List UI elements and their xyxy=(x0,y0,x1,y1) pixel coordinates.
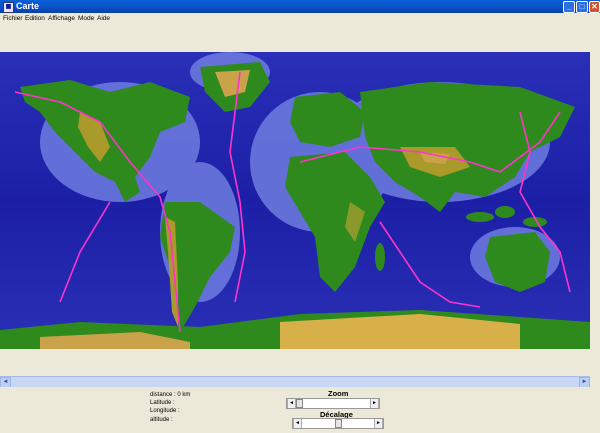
horizontal-scrollbar[interactable]: ◄ ► xyxy=(0,376,590,388)
altitude-readout: altitude : xyxy=(150,417,173,423)
menu-affichage[interactable]: Affichage xyxy=(48,15,75,22)
title-bar[interactable]: ▦ Carte _ □ ✕ xyxy=(0,0,600,13)
toolbar-area xyxy=(0,24,600,52)
window-title: Carte xyxy=(16,1,40,11)
offset-decrease-button[interactable]: ◄ xyxy=(293,419,302,428)
latitude-readout: Latitude : xyxy=(150,400,175,406)
maximize-button[interactable]: □ xyxy=(576,1,588,13)
menu-edition[interactable]: Edition xyxy=(25,15,45,22)
zoom-increase-button[interactable]: ► xyxy=(370,399,379,408)
menu-aide[interactable]: Aide xyxy=(97,15,110,22)
vertical-scrollbar[interactable] xyxy=(590,52,600,375)
zoom-label: Zoom xyxy=(328,389,349,398)
europe xyxy=(290,92,365,147)
offset-slider[interactable]: ◄ ► xyxy=(292,418,384,429)
menu-bar: Fichier Edition Affichage Mode Aide xyxy=(0,13,600,24)
close-button[interactable]: ✕ xyxy=(589,1,600,13)
minimize-button[interactable]: _ xyxy=(563,1,575,13)
zoom-decrease-button[interactable]: ◄ xyxy=(287,399,296,408)
distance-readout: distance : 0 km xyxy=(150,392,191,398)
world-map[interactable] xyxy=(0,52,590,349)
zoom-slider[interactable]: ◄ ► xyxy=(286,398,380,409)
offset-increase-button[interactable]: ► xyxy=(374,419,383,428)
control-panel: distance : 0 km Latitude : Longitude : a… xyxy=(0,387,600,433)
map-bottom-margin xyxy=(0,349,590,375)
menu-mode[interactable]: Mode xyxy=(78,15,94,22)
zoom-slider-thumb[interactable] xyxy=(296,399,303,408)
world-map-graphic xyxy=(0,52,590,349)
menu-fichier[interactable]: Fichier xyxy=(3,15,23,22)
offset-slider-thumb[interactable] xyxy=(335,419,342,428)
map-app-icon: ▦ xyxy=(3,2,14,13)
madagascar xyxy=(375,243,385,271)
longitude-readout: Longitude : xyxy=(150,408,180,414)
